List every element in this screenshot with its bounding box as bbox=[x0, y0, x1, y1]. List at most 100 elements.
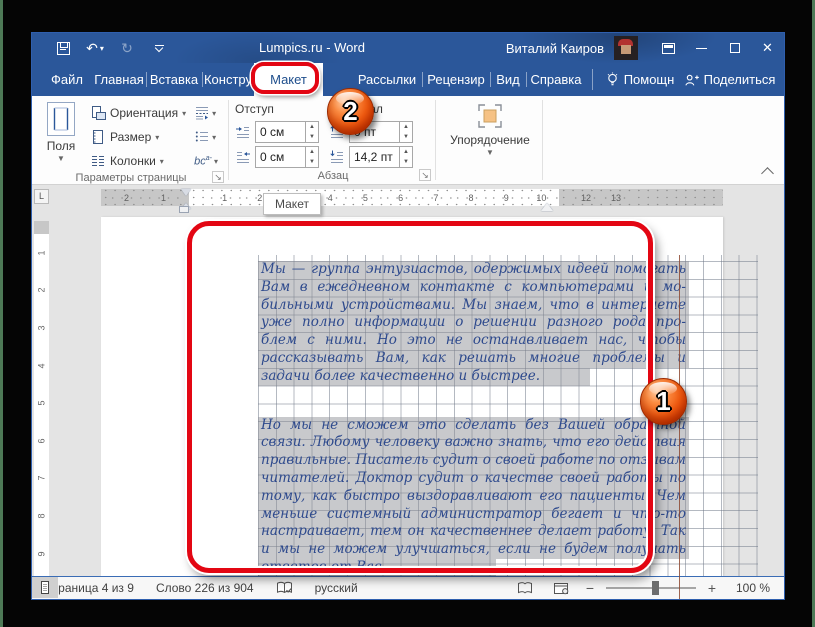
title-bar-right: Виталий Каиров ✕ bbox=[506, 33, 784, 63]
spinner-arrows[interactable]: ▲▼ bbox=[305, 122, 318, 142]
left-indent-marker[interactable] bbox=[179, 206, 189, 213]
annotation-highlight-1 bbox=[187, 221, 653, 573]
user-avatar[interactable] bbox=[614, 36, 638, 60]
ribbon-tab-bar: Файл Главная Вставка Констру Макет Рассы… bbox=[32, 63, 784, 96]
zoom-in-button[interactable]: + bbox=[706, 580, 718, 596]
indent-left-field[interactable]: 0 см▲▼ bbox=[255, 121, 319, 143]
read-mode-button[interactable] bbox=[512, 578, 538, 599]
ruler-number: 9 bbox=[34, 535, 49, 573]
breaks-button[interactable]: ▾ bbox=[194, 103, 218, 123]
annotation-balloon-2: 2 bbox=[327, 88, 374, 135]
indent-left-icon bbox=[235, 124, 251, 140]
orientation-button[interactable]: Ориентация▾ bbox=[90, 103, 186, 123]
tab-insert[interactable]: Вставка bbox=[146, 63, 202, 96]
ruler-number: 1 bbox=[34, 234, 49, 272]
margins-icon bbox=[46, 101, 76, 137]
language-indicator[interactable]: русский bbox=[315, 581, 358, 595]
undo-icon: ↶ bbox=[86, 40, 98, 57]
tab-tell-me[interactable]: Помощн bbox=[598, 63, 682, 96]
dialog-launcher-icon[interactable]: ↘ bbox=[419, 169, 431, 181]
line-numbers-button[interactable]: ▾ bbox=[194, 127, 218, 147]
zoom-out-button[interactable]: − bbox=[584, 580, 596, 596]
maximize-button[interactable] bbox=[718, 33, 751, 63]
zoom-slider[interactable] bbox=[606, 587, 696, 589]
document-area: L 21 12345678910 1213 Макет 123456789 Мы… bbox=[32, 185, 784, 576]
user-name[interactable]: Виталий Каиров bbox=[506, 41, 604, 56]
title-bar: ↶▾ ↻ Lumpics.ru - Word Виталий Каиров ✕ bbox=[32, 33, 784, 63]
paragraph-group-label: Абзац ↘ bbox=[235, 169, 431, 184]
tab-file[interactable]: Файл bbox=[42, 63, 92, 96]
undo-button[interactable]: ↶▾ bbox=[86, 37, 104, 59]
ruler-number: 9 bbox=[489, 193, 524, 203]
tab-stop-selector[interactable]: L bbox=[34, 189, 49, 204]
close-button[interactable]: ✕ bbox=[751, 33, 784, 63]
customize-qat-button[interactable] bbox=[150, 37, 168, 59]
arrange-group: Упорядочение ▼ bbox=[436, 96, 542, 184]
print-layout-button[interactable] bbox=[32, 577, 58, 598]
notebook-margin-line bbox=[679, 255, 680, 600]
word-count[interactable]: Слово 226 из 904 bbox=[156, 581, 254, 595]
spinner-arrows[interactable]: ▲▼ bbox=[399, 122, 412, 142]
ruler-number: 12 bbox=[571, 193, 601, 203]
ruler-number: 7 bbox=[418, 193, 453, 203]
right-indent-marker[interactable] bbox=[541, 197, 553, 211]
indent-right-field[interactable]: 0 см▲▼ bbox=[255, 146, 319, 168]
ribbon: Поля ▼ Ориентация▾ Размер▾ bbox=[32, 96, 784, 185]
spinner-arrows[interactable]: ▲▼ bbox=[399, 147, 412, 167]
web-layout-button[interactable] bbox=[548, 578, 574, 599]
redo-icon: ↻ bbox=[121, 40, 133, 57]
ruler-left-margin: 21 bbox=[101, 189, 189, 206]
dialog-launcher-icon[interactable]: ↘ bbox=[212, 171, 224, 183]
margins-button[interactable]: Поля ▼ bbox=[38, 99, 84, 171]
desktop-background: ↶▾ ↻ Lumpics.ru - Word Виталий Каиров ✕ … bbox=[0, 0, 815, 627]
arrange-button[interactable]: Упорядочение ▼ bbox=[442, 99, 538, 167]
ruler-number: 8 bbox=[34, 497, 49, 535]
zoom-level[interactable]: 100 % bbox=[728, 581, 770, 595]
status-bar: Страница 4 из 9 Слово 226 из 904 русский… bbox=[32, 576, 784, 599]
share-button[interactable]: Поделиться bbox=[684, 63, 776, 96]
horizontal-ruler[interactable]: 21 12345678910 1213 bbox=[101, 189, 723, 206]
tab-separator bbox=[592, 69, 593, 90]
page-setup-group-label: Параметры страницы ↘ bbox=[38, 171, 224, 186]
ruler-number: 6 bbox=[34, 422, 49, 460]
vertical-ruler[interactable]: 123456789 bbox=[34, 221, 49, 576]
spinner-arrows[interactable]: ▲▼ bbox=[305, 147, 318, 167]
layout-tab-tooltip: Макет bbox=[263, 193, 321, 215]
ruler-right-margin: 1213 bbox=[559, 189, 723, 206]
spacing-after-field[interactable]: 14,2 пт▲▼ bbox=[349, 146, 413, 168]
ruler-number: 2 bbox=[34, 272, 49, 310]
hyphenation-button[interactable]: bca- ▾ bbox=[194, 151, 218, 171]
collapse-ribbon-button[interactable] bbox=[761, 167, 774, 180]
close-icon: ✕ bbox=[762, 40, 773, 56]
ribbon-display-options-icon bbox=[662, 43, 675, 54]
size-button[interactable]: Размер▾ bbox=[90, 127, 186, 147]
quick-access-toolbar: ↶▾ ↻ bbox=[54, 33, 168, 63]
line-numbers-icon bbox=[194, 129, 210, 145]
columns-button[interactable]: Колонки▾ bbox=[90, 151, 186, 171]
maximize-icon bbox=[730, 43, 740, 53]
ruler-number: 7 bbox=[34, 460, 49, 498]
proofing-status-icon[interactable] bbox=[276, 581, 293, 596]
word-window: ↶▾ ↻ Lumpics.ru - Word Виталий Каиров ✕ … bbox=[31, 32, 785, 600]
tab-view[interactable]: Вид bbox=[490, 63, 526, 96]
zoom-slider-thumb[interactable] bbox=[652, 581, 659, 595]
tab-help[interactable]: Справка bbox=[526, 63, 586, 96]
ruler-number: 3 bbox=[34, 309, 49, 347]
chevron-down-icon: ▼ bbox=[486, 148, 494, 157]
annotation-highlight-2 bbox=[251, 62, 319, 94]
annotation-balloon-1: 1 bbox=[640, 378, 687, 425]
redo-button[interactable]: ↻ bbox=[118, 37, 136, 59]
ruler-number: 4 bbox=[34, 347, 49, 385]
hyphenation-icon: bca- bbox=[194, 155, 212, 168]
spacing-after-icon bbox=[329, 149, 345, 165]
tab-design[interactable]: Констру bbox=[202, 63, 254, 96]
ruler-number: 5 bbox=[348, 193, 383, 203]
minimize-button[interactable] bbox=[685, 33, 718, 63]
undo-dropdown-icon: ▾ bbox=[100, 44, 104, 53]
ruler-top-margin bbox=[34, 221, 49, 234]
save-button[interactable] bbox=[54, 37, 72, 59]
tab-home[interactable]: Главная bbox=[92, 63, 146, 96]
group-separator bbox=[542, 100, 543, 180]
ribbon-display-options-button[interactable] bbox=[652, 33, 685, 63]
tab-review[interactable]: Рецензир bbox=[422, 63, 490, 96]
